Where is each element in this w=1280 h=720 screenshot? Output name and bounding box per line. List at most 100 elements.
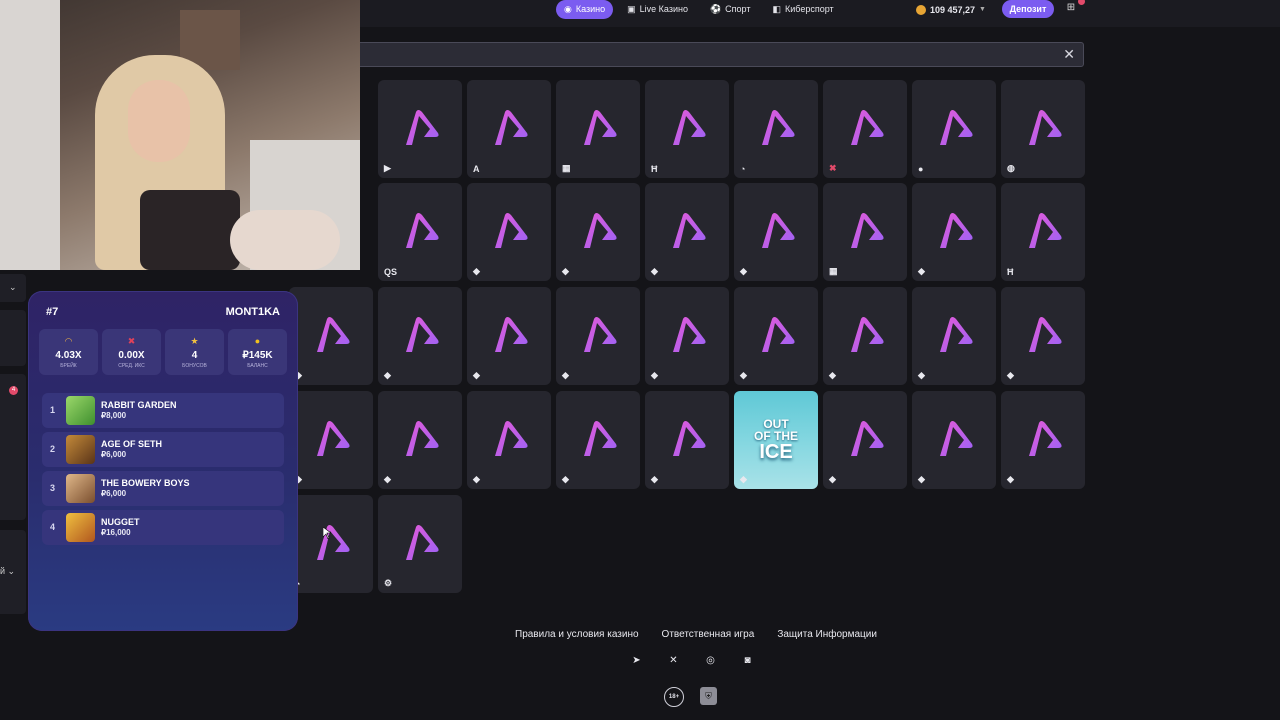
- game-tile[interactable]: ▶: [378, 80, 462, 178]
- brand-logo-icon: [317, 317, 350, 352]
- game-tile[interactable]: ◆: [823, 391, 907, 489]
- game-tile[interactable]: QS: [378, 183, 462, 281]
- list-item: 2 AGE OF SETH ₽6,000: [42, 432, 284, 467]
- game-tile[interactable]: ◆: [645, 287, 729, 385]
- provider-icon: ⚙: [384, 578, 393, 588]
- webcam-overlay: [0, 0, 360, 270]
- balance-display[interactable]: 109 457,27 ▼: [916, 0, 986, 19]
- provider-icon: A: [473, 164, 480, 174]
- game-tile[interactable]: Ħ: [645, 80, 729, 178]
- x-icon[interactable]: ✕: [666, 655, 681, 667]
- social-links: ➤ ✕ ◎ ◙: [629, 655, 755, 667]
- chevron-down-icon[interactable]: ⌄: [9, 282, 17, 293]
- deposit-button[interactable]: Депозит: [1002, 0, 1054, 18]
- gift-icon[interactable]: ⊞: [1064, 2, 1078, 16]
- game-amount: ₽6,000: [101, 450, 127, 459]
- footer-link-privacy[interactable]: Защита Информации: [777, 629, 877, 640]
- game-tile[interactable]: ◔: [289, 495, 373, 593]
- game-tile[interactable]: ◆: [645, 391, 729, 489]
- brand-logo-icon: [940, 110, 973, 145]
- game-tile[interactable]: ◆: [556, 391, 640, 489]
- instagram-icon[interactable]: ◎: [703, 655, 718, 667]
- game-tile[interactable]: ◆: [912, 287, 996, 385]
- game-thumbnail: [66, 396, 95, 425]
- provider-icon: ◆: [562, 474, 569, 484]
- game-tile[interactable]: ◆: [1001, 287, 1085, 385]
- discord-icon[interactable]: ◙: [740, 655, 755, 667]
- telegram-icon[interactable]: ➤: [629, 655, 644, 667]
- footer-link-terms[interactable]: Правила и условия казино: [515, 629, 639, 640]
- stat-label: баланс: [247, 363, 268, 369]
- brand-logo-icon: [851, 110, 884, 145]
- game-tile[interactable]: ◍: [1001, 80, 1085, 178]
- sidebar-segment[interactable]: [0, 310, 26, 366]
- list-item: 4 NUGGET ₽16,000: [42, 510, 284, 545]
- sidebar-segment[interactable]: [0, 374, 26, 520]
- game-tile[interactable]: ◆: [645, 183, 729, 281]
- game-tile[interactable]: ◆: [1001, 391, 1085, 489]
- provider-icon: ◆: [562, 266, 569, 276]
- game-tile[interactable]: ◆: [734, 287, 818, 385]
- game-tile[interactable]: ◆: [378, 287, 462, 385]
- brand-logo-icon: [1029, 110, 1062, 145]
- footer-link-responsible[interactable]: Ответственная игра: [662, 629, 755, 640]
- brand-logo-icon: [495, 110, 528, 145]
- brand-logo-icon: [584, 317, 617, 352]
- nav-sport[interactable]: ⚽ Спорт: [702, 0, 759, 19]
- game-tile[interactable]: ◆: [467, 183, 551, 281]
- nav-live-casino[interactable]: ▣ Live Казино: [619, 0, 696, 19]
- brand-logo-icon: [584, 213, 617, 248]
- chevron-down-icon: ▼: [979, 6, 986, 13]
- game-tile[interactable]: ▦: [556, 80, 640, 178]
- brand-logo-icon: [851, 421, 884, 456]
- close-icon[interactable]: ✕: [1063, 46, 1075, 62]
- game-tile-featured[interactable]: OUT OF THE ICE ◆: [734, 391, 818, 489]
- nav-casino[interactable]: ◉ Казино: [556, 0, 614, 19]
- game-thumbnail: [66, 474, 95, 503]
- game-tile[interactable]: ◔: [734, 80, 818, 178]
- game-tile[interactable]: ◆: [556, 183, 640, 281]
- nav-esports[interactable]: ◧ Киберспорт: [764, 0, 841, 19]
- cross-icon: ✖: [127, 336, 136, 346]
- game-tile[interactable]: ✖: [823, 80, 907, 178]
- provider-icon: ◆: [473, 370, 480, 380]
- game-tile[interactable]: ⚙: [378, 495, 462, 593]
- game-tile[interactable]: ◆: [467, 391, 551, 489]
- stat-label: бонусов: [182, 363, 207, 369]
- stat-balance: ● ₽145K баланс: [228, 329, 287, 375]
- gamepad-icon: ◧: [772, 4, 781, 14]
- brand-logo-icon: [762, 213, 795, 248]
- stat-value: 4: [191, 350, 198, 361]
- row-number: 1: [50, 405, 56, 415]
- coin-icon: [916, 4, 926, 15]
- provider-icon: ●: [918, 164, 924, 174]
- game-tile[interactable]: ◆: [912, 183, 996, 281]
- game-tile[interactable]: ▦: [823, 183, 907, 281]
- game-title: RABBIT GARDEN: [101, 400, 177, 410]
- game-tile[interactable]: ◆: [823, 287, 907, 385]
- brand-logo-icon: [317, 421, 350, 456]
- brand-logo-icon: [762, 110, 795, 145]
- license-seal-icon[interactable]: ⛨: [700, 687, 717, 705]
- game-tile[interactable]: ◆: [378, 391, 462, 489]
- game-tile[interactable]: ◆: [289, 287, 373, 385]
- game-tile[interactable]: ◆: [556, 287, 640, 385]
- game-tile[interactable]: Ħ: [1001, 183, 1085, 281]
- game-tile[interactable]: ◆: [734, 183, 818, 281]
- provider-icon: ◆: [918, 370, 925, 380]
- game-tile[interactable]: ◆: [467, 287, 551, 385]
- game-tile[interactable]: ●: [912, 80, 996, 178]
- game-thumbnail: [66, 513, 95, 542]
- provider-icon: ◆: [918, 474, 925, 484]
- provider-icon: ◍: [1007, 163, 1015, 173]
- game-tile[interactable]: A: [467, 80, 551, 178]
- stat-label: брейк: [60, 363, 77, 369]
- notification-dot: [1078, 0, 1085, 5]
- brand-logo-icon: [317, 525, 350, 560]
- game-tile[interactable]: ◆: [289, 391, 373, 489]
- brand-logo-icon: [406, 213, 439, 248]
- search-input[interactable]: ✕: [350, 42, 1084, 67]
- footer-links: Правила и условия казино Ответственная и…: [515, 629, 877, 640]
- provider-icon: ◔: [740, 164, 746, 174]
- game-tile[interactable]: ◆: [912, 391, 996, 489]
